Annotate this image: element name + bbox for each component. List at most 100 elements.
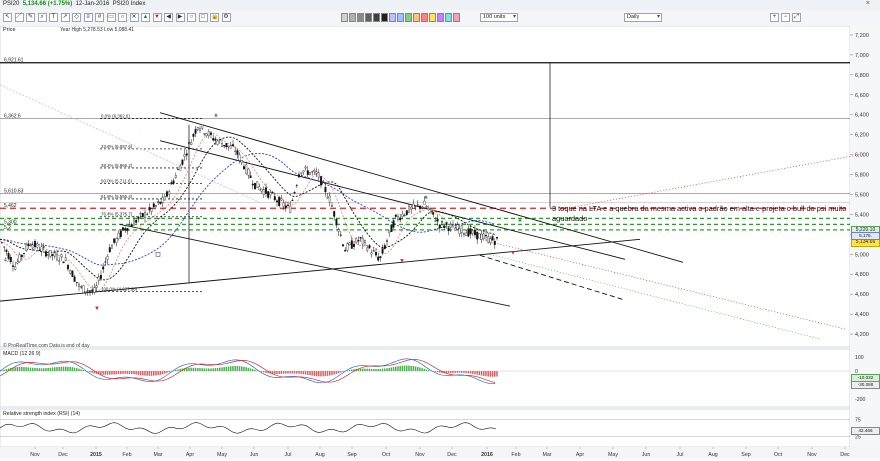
text-icon[interactable]: T <box>49 13 58 22</box>
color-swatch-13[interactable] <box>437 13 444 22</box>
macd-histogram-bar <box>397 366 399 371</box>
down-arrow-icon[interactable]: ▼ <box>153 13 162 22</box>
color-swatch-15[interactable] <box>453 13 460 22</box>
time-axis-label: Sep <box>347 452 356 458</box>
macd-histogram-bar <box>494 371 496 377</box>
macd-histogram-bar <box>166 371 168 373</box>
candle-body <box>274 197 276 200</box>
color-swatch-14[interactable] <box>445 13 452 22</box>
color-swatch-6[interactable] <box>381 13 388 22</box>
candle-body <box>54 253 56 257</box>
right-arrow-icon[interactable]: ▶ <box>176 13 185 22</box>
color-swatch-10[interactable] <box>413 13 420 22</box>
macd-histogram-bar <box>333 371 335 374</box>
macd-histogram-bar <box>21 367 23 371</box>
pointer-icon[interactable]: ↖ <box>3 13 12 22</box>
zoom-in-icon[interactable]: + <box>770 13 779 22</box>
macd-histogram-bar <box>452 371 454 373</box>
macd-histogram-bar <box>199 368 201 371</box>
color-swatch-4[interactable] <box>365 13 372 22</box>
candle-body <box>289 206 291 213</box>
candle-body <box>380 256 382 258</box>
candle-body <box>336 219 338 225</box>
color-swatch-12[interactable] <box>429 13 436 22</box>
period-select[interactable]: Daily <box>624 13 662 22</box>
color-swatch-1[interactable] <box>341 13 348 22</box>
box-icon[interactable]: ▭ <box>107 13 116 22</box>
macd-histogram-bar <box>133 371 135 374</box>
candle-body <box>305 167 307 168</box>
candle-body <box>355 238 357 242</box>
macd-histogram-bar <box>362 369 364 371</box>
time-axis-label: Feb <box>122 452 131 458</box>
trend-icon[interactable]: ↗ <box>61 13 70 22</box>
time-axis-label: Apr <box>576 452 584 458</box>
macd-histogram-bar <box>219 368 221 371</box>
candle-body <box>30 245 32 246</box>
macd-histogram-bar <box>111 371 113 375</box>
candle-body <box>162 197 164 202</box>
macd-histogram-bar <box>83 370 85 371</box>
candle-body <box>406 210 408 214</box>
zoom-out-icon[interactable]: − <box>781 13 790 22</box>
level-label: 6,362.6 <box>4 113 21 119</box>
candle-body <box>21 255 23 257</box>
square-icon[interactable]: □ <box>199 13 208 22</box>
time-axis-label: Dec <box>840 452 850 458</box>
settings-icon[interactable]: ⚙ <box>222 13 231 22</box>
candle-body <box>232 144 234 146</box>
macd-histogram-bar <box>74 368 76 371</box>
candle-body <box>221 144 223 147</box>
magnet-icon[interactable]: ∩ <box>118 13 127 22</box>
ellipse-icon[interactable]: ○ <box>187 13 196 22</box>
macd-histogram-bar <box>50 368 52 371</box>
fib-label: 76.4% (5,376.7) <box>101 212 133 217</box>
candle-body <box>450 224 452 227</box>
left-arrow-icon[interactable]: ◀ <box>164 13 173 22</box>
macd-histogram-bar <box>210 368 212 371</box>
draw-line-icon[interactable]: ／ <box>15 13 24 22</box>
candle-body <box>366 248 368 251</box>
zoom-icon[interactable]: ⌕ <box>38 13 47 22</box>
candle-body <box>325 187 327 192</box>
color-swatch-8[interactable] <box>397 13 404 22</box>
color-swatch-5[interactable] <box>373 13 380 22</box>
candle-body <box>256 181 258 187</box>
candle-body <box>122 227 124 230</box>
lock-icon[interactable]: 🔒 <box>210 13 219 22</box>
up-arrow-icon[interactable]: ▲ <box>141 13 150 22</box>
macd-histogram-bar <box>43 368 45 371</box>
color-swatch-7[interactable] <box>389 13 396 22</box>
candle-body <box>23 253 25 254</box>
color-swatch-11[interactable] <box>421 13 428 22</box>
candle-body <box>105 262 107 263</box>
macd-histogram-bar <box>296 371 298 373</box>
macd-histogram-bar <box>386 368 388 371</box>
candle-body <box>155 206 157 207</box>
macd-histogram-bar <box>72 367 74 371</box>
macd-tick-label: -200 <box>855 397 865 403</box>
fib-icon[interactable]: ≡ <box>84 13 93 22</box>
delete-icon[interactable]: ✕ <box>130 13 139 22</box>
candle-body <box>487 237 489 243</box>
macd-histogram-bar <box>6 369 8 371</box>
macd-histogram-bar <box>309 371 311 375</box>
shapes-icon[interactable]: ◇ <box>72 13 81 22</box>
level-label: 5,610.63 <box>4 188 24 194</box>
close-icon[interactable]: × <box>866 0 870 7</box>
color-swatch-9[interactable] <box>405 13 412 22</box>
color-swatch-3[interactable] <box>357 13 364 22</box>
macd-histogram-bar <box>311 371 313 376</box>
candle-body <box>248 169 250 175</box>
color-swatch-2[interactable] <box>349 13 356 22</box>
grid-icon[interactable]: # <box>95 13 104 22</box>
macd-histogram-bar <box>226 367 228 371</box>
price-tick-label: 6,600 <box>855 93 869 99</box>
pencil-icon[interactable]: ✎ <box>26 13 35 22</box>
fit-icon[interactable]: ⤢ <box>792 13 801 22</box>
macd-histogram-bar <box>113 371 115 374</box>
candle-body <box>135 220 137 222</box>
macd-histogram-bar <box>463 371 465 373</box>
units-select[interactable]: 100 units <box>480 13 518 22</box>
macd-histogram-bar <box>36 368 38 371</box>
